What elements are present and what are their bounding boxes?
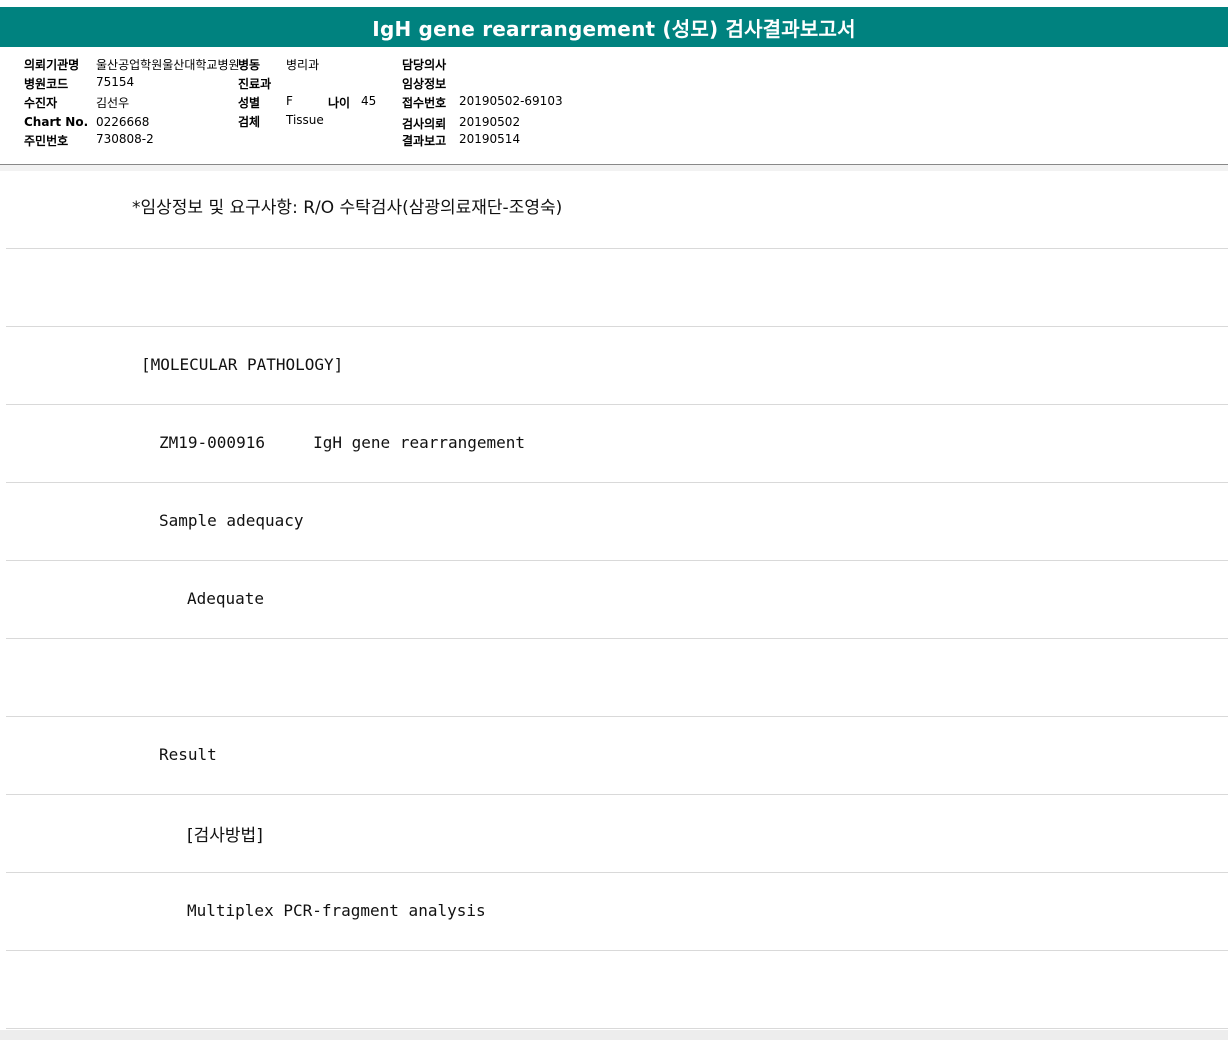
reception-label: 접수번호 (402, 96, 447, 110)
report-line-empty (6, 951, 1228, 1029)
request-value: 20190502 (459, 115, 521, 129)
report-line-empty (6, 639, 1228, 717)
patient-label: 수진자 (24, 96, 58, 110)
specimen-label: 검체 (238, 115, 261, 129)
chart-no-value: 0226668 (96, 115, 150, 129)
report-line: [MOLECULAR PATHOLOGY] (6, 327, 1228, 405)
age-value: 45 (361, 94, 377, 108)
sex-label: 성별 (238, 96, 261, 110)
report-title: IgH gene rearrangement (성모) 검사결과보고서 (0, 7, 1228, 47)
dept-label: 진료과 (238, 77, 272, 91)
request-label: 검사의뢰 (402, 117, 447, 131)
report-line-empty (6, 249, 1228, 327)
report-date-label: 결과보고 (402, 134, 447, 148)
ward-value: 병리과 (286, 58, 320, 72)
sample-adequacy-value: Adequate (187, 589, 265, 608)
reception-value: 20190502-69103 (459, 94, 563, 108)
section-heading: [MOLECULAR PATHOLOGY] (141, 355, 344, 374)
rrn-value: 730808-2 (96, 132, 154, 146)
rrn-label: 주민번호 (24, 134, 69, 148)
method-value: Multiplex PCR-fragment analysis (187, 901, 486, 920)
report-header: 의뢰기관명 울산공업학원울산대학교병원 병동 병리과 담당의사 병원코드 751… (0, 48, 1228, 164)
report-line: Adequate (6, 561, 1228, 639)
sample-adequacy-label: Sample adequacy (159, 511, 304, 530)
hospital-code-label: 병원코드 (24, 77, 69, 91)
bottom-strip (0, 1030, 1228, 1040)
hospital-code-value: 75154 (96, 75, 135, 89)
result-heading: Result (159, 745, 217, 764)
patient-value: 김선우 (96, 96, 130, 110)
report-line: Sample adequacy (6, 483, 1228, 561)
clinical-request-text: *임상정보 및 요구사항: R/O 수탁검사(삼광의료재단-조영숙) (132, 198, 563, 218)
institution-label: 의뢰기관명 (24, 58, 80, 72)
report-date-value: 20190514 (459, 132, 521, 146)
report-line: Multiplex PCR-fragment analysis (6, 873, 1228, 951)
report-line: *임상정보 및 요구사항: R/O 수탁검사(삼광의료재단-조영숙) (6, 171, 1228, 249)
method-heading: [검사방법] (187, 826, 263, 846)
institution-value: 울산공업학원울산대학교병원 (96, 58, 240, 72)
report-line: Result (6, 717, 1228, 795)
report-body: *임상정보 및 요구사항: R/O 수탁검사(삼광의료재단-조영숙) [MOLE… (6, 171, 1228, 1029)
ward-label: 병동 (238, 58, 261, 72)
age-label: 나이 (328, 96, 351, 110)
report-line: [검사방법] (6, 795, 1228, 873)
doctor-label: 담당의사 (402, 58, 447, 72)
report-line: ZM19-000916 IgH gene rearrangement (6, 405, 1228, 483)
clinical-info-label: 임상정보 (402, 77, 447, 91)
test-id-line: ZM19-000916 IgH gene rearrangement (159, 433, 526, 452)
specimen-value: Tissue (286, 113, 324, 127)
sex-value: F (286, 94, 293, 108)
chart-no-label: Chart No. (24, 115, 89, 129)
